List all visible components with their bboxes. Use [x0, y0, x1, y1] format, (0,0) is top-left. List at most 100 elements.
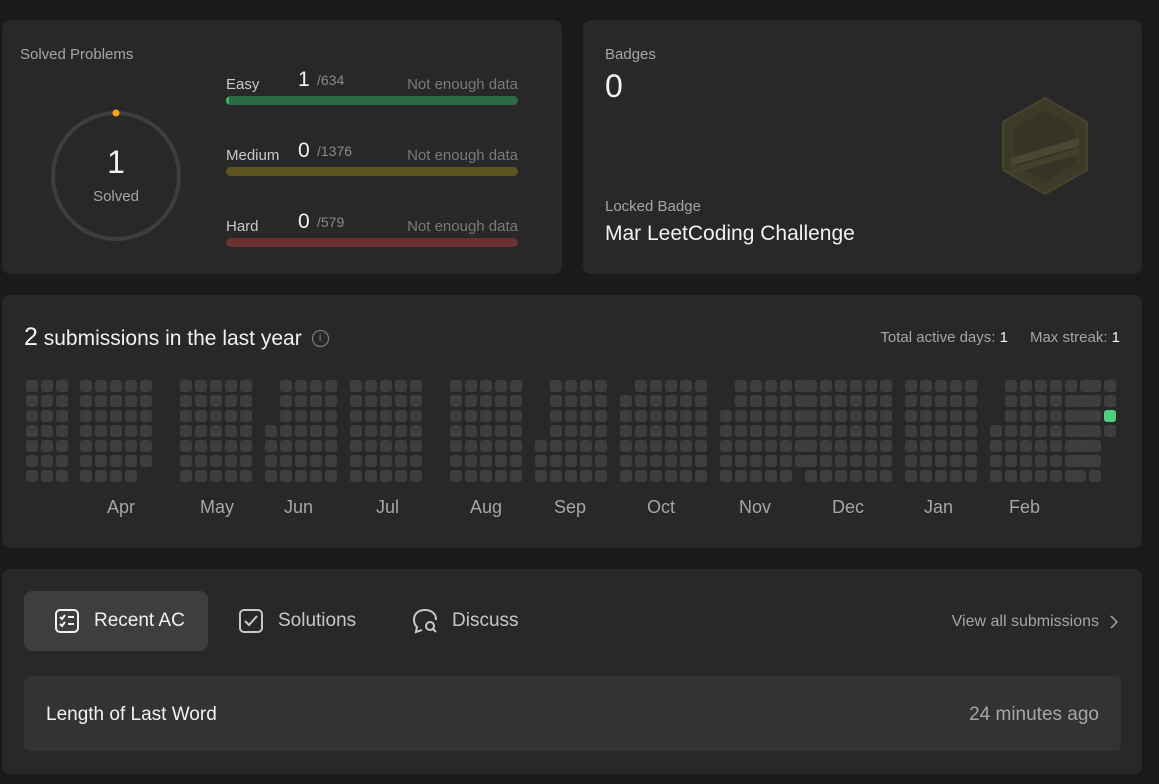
heatmap-day-cell[interactable]	[650, 380, 662, 392]
heatmap-day-cell[interactable]	[225, 410, 237, 422]
heatmap-day-cell[interactable]	[935, 440, 947, 452]
heatmap-day-cell[interactable]	[1104, 425, 1116, 437]
heatmap-day-cell[interactable]	[865, 455, 877, 467]
heatmap-day-cell[interactable]	[125, 440, 137, 452]
heatmap-day-cell[interactable]	[805, 470, 817, 482]
heatmap-day-cell[interactable]	[565, 470, 577, 482]
heatmap-day-cell[interactable]	[1074, 470, 1086, 482]
heatmap-day-cell[interactable]	[125, 455, 137, 467]
heatmap-day-cell[interactable]	[865, 470, 877, 482]
heatmap-day-cell[interactable]	[935, 410, 947, 422]
heatmap-day-cell[interactable]	[905, 470, 917, 482]
heatmap-day-cell[interactable]	[325, 440, 337, 452]
heatmap-day-cell[interactable]	[680, 470, 692, 482]
heatmap-day-cell[interactable]	[650, 425, 662, 437]
heatmap-day-cell[interactable]	[635, 470, 647, 482]
heatmap-day-cell[interactable]	[140, 410, 152, 422]
heatmap-day-cell[interactable]	[495, 425, 507, 437]
heatmap-day-cell[interactable]	[480, 410, 492, 422]
heatmap-day-cell[interactable]	[265, 440, 277, 452]
heatmap-day-cell[interactable]	[1020, 380, 1032, 392]
heatmap-day-cell[interactable]	[450, 470, 462, 482]
heatmap-day-cell[interactable]	[395, 440, 407, 452]
heatmap-day-cell[interactable]	[26, 410, 38, 422]
heatmap-day-cell[interactable]	[1005, 440, 1017, 452]
heatmap-day-cell[interactable]	[180, 410, 192, 422]
heatmap-day-cell[interactable]	[26, 395, 38, 407]
heatmap-day-cell[interactable]	[265, 455, 277, 467]
heatmap-day-cell[interactable]	[125, 470, 137, 482]
heatmap-day-cell[interactable]	[450, 440, 462, 452]
heatmap-day-cell[interactable]	[595, 455, 607, 467]
heatmap-day-cell[interactable]	[835, 425, 847, 437]
heatmap-day-cell[interactable]	[365, 410, 377, 422]
heatmap-day-cell[interactable]	[735, 380, 747, 392]
heatmap-day-cell[interactable]	[650, 410, 662, 422]
heatmap-day-cell[interactable]	[580, 470, 592, 482]
heatmap-day-cell[interactable]	[380, 395, 392, 407]
heatmap-day-cell[interactable]	[665, 440, 677, 452]
heatmap-day-cell[interactable]	[865, 380, 877, 392]
heatmap-day-cell[interactable]	[635, 440, 647, 452]
heatmap-day-cell[interactable]	[905, 410, 917, 422]
heatmap-day-cell[interactable]	[780, 440, 792, 452]
heatmap-day-cell[interactable]	[1089, 455, 1101, 467]
heatmap-day-cell[interactable]	[1065, 380, 1077, 392]
heatmap-day-cell[interactable]	[620, 425, 632, 437]
heatmap-day-cell[interactable]	[1005, 395, 1017, 407]
heatmap-day-cell[interactable]	[990, 440, 1002, 452]
heatmap-day-cell[interactable]	[410, 455, 422, 467]
heatmap-day-cell[interactable]	[210, 455, 222, 467]
heatmap-day-cell[interactable]	[550, 470, 562, 482]
heatmap-day-cell[interactable]	[180, 440, 192, 452]
tab-discuss[interactable]: Discuss	[412, 591, 542, 651]
heatmap-day-cell[interactable]	[920, 470, 932, 482]
heatmap-day-cell[interactable]	[665, 470, 677, 482]
heatmap-day-cell[interactable]	[95, 395, 107, 407]
heatmap-day-cell[interactable]	[765, 455, 777, 467]
heatmap-day-cell[interactable]	[280, 440, 292, 452]
heatmap-day-cell[interactable]	[380, 470, 392, 482]
heatmap-day-cell[interactable]	[495, 395, 507, 407]
heatmap-day-cell[interactable]	[310, 380, 322, 392]
heatmap-day-cell[interactable]	[80, 380, 92, 392]
heatmap-day-cell[interactable]	[110, 425, 122, 437]
heatmap-day-cell[interactable]	[280, 395, 292, 407]
heatmap-day-cell[interactable]	[680, 380, 692, 392]
heatmap-day-cell[interactable]	[920, 380, 932, 392]
heatmap-day-cell[interactable]	[41, 455, 53, 467]
heatmap-day-cell[interactable]	[750, 380, 762, 392]
heatmap-day-cell[interactable]	[950, 395, 962, 407]
heatmap-day-cell[interactable]	[380, 440, 392, 452]
heatmap-day-cell[interactable]	[1020, 425, 1032, 437]
heatmap-day-cell[interactable]	[850, 470, 862, 482]
heatmap-day-cell[interactable]	[1035, 470, 1047, 482]
heatmap-day-cell[interactable]	[480, 455, 492, 467]
heatmap-day-cell[interactable]	[850, 395, 862, 407]
heatmap-day-cell[interactable]	[410, 395, 422, 407]
heatmap-day-cell[interactable]	[550, 410, 562, 422]
heatmap-day-cell[interactable]	[395, 410, 407, 422]
heatmap-day-cell[interactable]	[1020, 410, 1032, 422]
heatmap-day-cell[interactable]	[310, 395, 322, 407]
heatmap-day-cell[interactable]	[295, 425, 307, 437]
heatmap-day-cell[interactable]	[905, 380, 917, 392]
heatmap-day-cell[interactable]	[580, 380, 592, 392]
heatmap-day-cell[interactable]	[735, 410, 747, 422]
heatmap-day-cell[interactable]	[750, 395, 762, 407]
heatmap-day-cell[interactable]	[380, 380, 392, 392]
heatmap-day-cell[interactable]	[1104, 395, 1116, 407]
heatmap-day-cell[interactable]	[95, 425, 107, 437]
heatmap-day-cell[interactable]	[805, 455, 817, 467]
heatmap-day-cell[interactable]	[280, 410, 292, 422]
heatmap-day-cell[interactable]	[56, 395, 68, 407]
heatmap-day-cell[interactable]	[350, 440, 362, 452]
heatmap-day-cell[interactable]	[935, 470, 947, 482]
heatmap-day-cell[interactable]	[835, 410, 847, 422]
heatmap-day-cell[interactable]	[41, 470, 53, 482]
heatmap-day-cell[interactable]	[735, 455, 747, 467]
heatmap-day-cell[interactable]	[865, 440, 877, 452]
heatmap-day-cell[interactable]	[1035, 380, 1047, 392]
heatmap-day-cell[interactable]	[1104, 380, 1116, 392]
heatmap-day-cell[interactable]	[1035, 440, 1047, 452]
